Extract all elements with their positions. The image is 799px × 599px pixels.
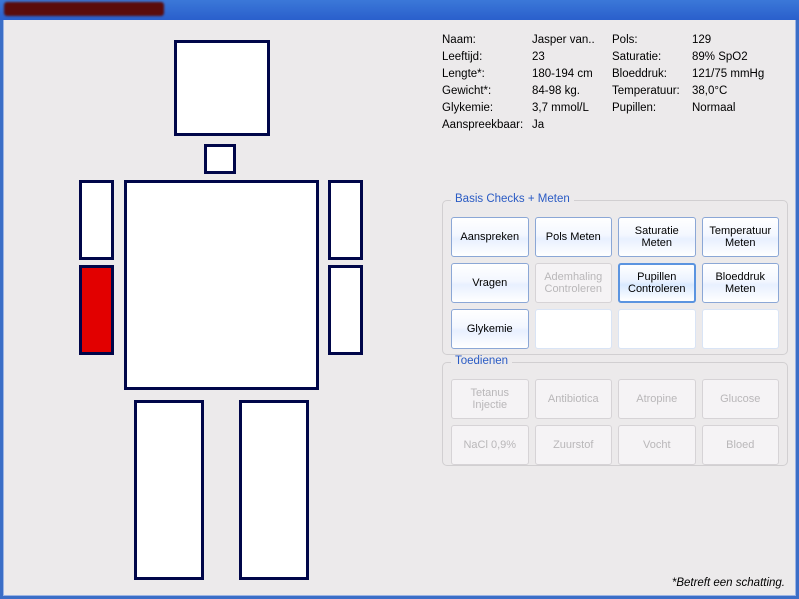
glucose-button: Glucose (702, 379, 780, 419)
body-upper-right-arm[interactable] (328, 180, 363, 260)
bloeddruk-meten-button[interactable]: Bloeddruk Meten (702, 263, 780, 303)
info-label (612, 117, 692, 134)
group-toedienen: Toedienen Tetanus InjectieAntibioticaAtr… (442, 362, 788, 466)
tetanus-injectie-button: Tetanus Injectie (451, 379, 529, 419)
temperatuur-meten-button[interactable]: Temperatuur Meten (702, 217, 780, 257)
info-label: Leeftijd: (442, 49, 532, 66)
zuurstof-button: Zuurstof (535, 425, 613, 465)
info-value: 129 (692, 32, 782, 49)
body-left-leg[interactable] (134, 400, 204, 580)
empty-button-slot (702, 309, 780, 349)
info-label: Aanspreekbaar: (442, 117, 532, 134)
info-value (692, 117, 782, 134)
bloed-button: Bloed (702, 425, 780, 465)
antibiotica-button: Antibiotica (535, 379, 613, 419)
group-basis-checks: Basis Checks + Meten AansprekenPols Mete… (442, 200, 788, 355)
vragen-button[interactable]: Vragen (451, 263, 529, 303)
ademhaling-controleren-button: Ademhaling Controleren (535, 263, 613, 303)
aanspreken-button[interactable]: Aanspreken (451, 217, 529, 257)
info-label: Glykemie: (442, 100, 532, 117)
window-body: Naam:Jasper van..Pols:129 Leeftijd:23Sat… (3, 20, 796, 596)
empty-button-slot (618, 309, 696, 349)
info-label: Gewicht*: (442, 83, 532, 100)
vocht-button: Vocht (618, 425, 696, 465)
nacl-0-9--button: NaCl 0,9% (451, 425, 529, 465)
body-figure (34, 30, 374, 590)
pols-meten-button[interactable]: Pols Meten (535, 217, 613, 257)
info-value: Ja (532, 117, 612, 134)
group-legend: Toedienen (451, 355, 512, 367)
body-head[interactable] (174, 40, 270, 136)
info-value: 180-194 cm (532, 66, 612, 83)
info-value: 23 (532, 49, 612, 66)
info-value: 84-98 kg. (532, 83, 612, 100)
info-label: Saturatie: (612, 49, 692, 66)
group-legend: Basis Checks + Meten (451, 193, 574, 205)
body-neck[interactable] (204, 144, 236, 174)
info-label: Naam: (442, 32, 532, 49)
info-label: Pols: (612, 32, 692, 49)
saturatie-meten-button[interactable]: Saturatie Meten (618, 217, 696, 257)
info-label: Temperatuur: (612, 83, 692, 100)
body-torso[interactable] (124, 180, 319, 390)
info-value: 121/75 mmHg (692, 66, 782, 83)
body-right-leg[interactable] (239, 400, 309, 580)
info-label: Bloeddruk: (612, 66, 692, 83)
info-value: 3,7 mmol/L (532, 100, 612, 117)
body-lower-left-arm[interactable] (79, 265, 114, 355)
patient-info: Naam:Jasper van..Pols:129 Leeftijd:23Sat… (442, 32, 787, 134)
glykemie-button[interactable]: Glykemie (451, 309, 529, 349)
pupillen-controleren-button[interactable]: Pupillen Controleren (618, 263, 696, 303)
empty-button-slot (535, 309, 613, 349)
body-lower-right-arm[interactable] (328, 265, 363, 355)
info-label: Lengte*: (442, 66, 532, 83)
info-value: 38,0°C (692, 83, 782, 100)
body-upper-left-arm[interactable] (79, 180, 114, 260)
info-value: Normaal (692, 100, 782, 117)
window-titlebar (0, 0, 799, 20)
info-label: Pupillen: (612, 100, 692, 117)
info-value: 89% SpO2 (692, 49, 782, 66)
window-title-redacted (4, 2, 164, 16)
footer-note: *Betreft een schatting. (672, 577, 785, 589)
info-value: Jasper van.. (532, 32, 612, 49)
atropine-button: Atropine (618, 379, 696, 419)
